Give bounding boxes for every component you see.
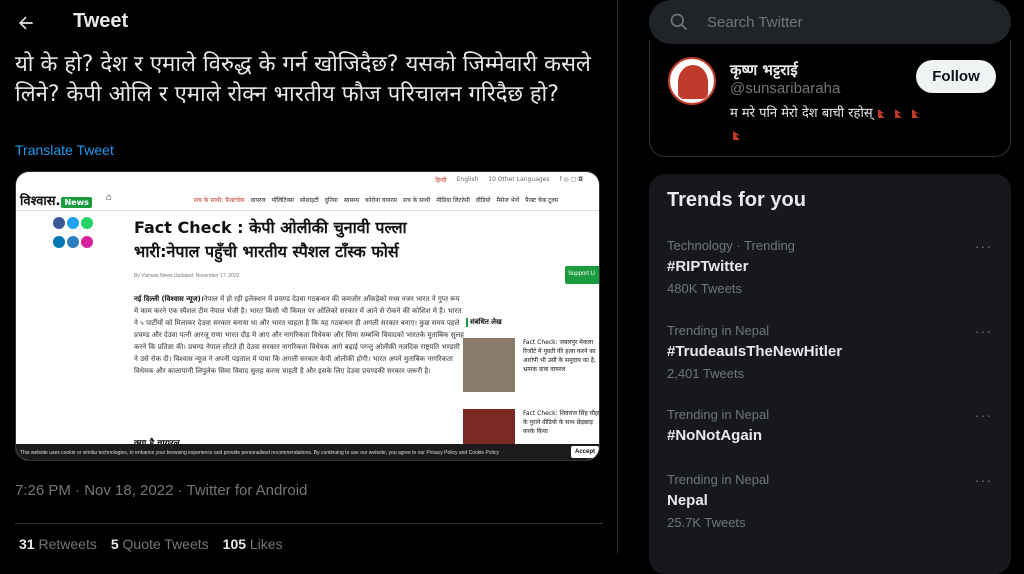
trend-item[interactable]: Trending in Nepal Nepal 25.7K Tweets ··· bbox=[649, 472, 1011, 552]
trend-item[interactable]: Technology · Trending #RIPTwitter 480K T… bbox=[649, 238, 1011, 318]
related-articles-title: संबंधित लेख bbox=[466, 318, 502, 327]
trend-count: 2,401 Tweets bbox=[667, 366, 745, 381]
trend-count: 25.7K Tweets bbox=[667, 515, 746, 530]
whatsapp-icon bbox=[81, 217, 93, 229]
trend-name: Nepal bbox=[667, 492, 708, 509]
share-icons bbox=[52, 216, 96, 254]
article-headline: Fact Check : केपी ओलीकी चुनावी पल्ला भार… bbox=[134, 218, 407, 261]
cookie-text: This website uses cookie or similar tech… bbox=[20, 450, 499, 456]
site-nav-item: वायरल bbox=[250, 197, 266, 204]
cookie-banner: This website uses cookie or similar tech… bbox=[16, 444, 599, 460]
sidebar: कृष्ण भट्टराई @sunsaribaraha म मरे पनि म… bbox=[619, 0, 1024, 574]
tweet-column: Tweet यो के हो? देश र एमाले विरुद्ध के ग… bbox=[0, 0, 618, 553]
related-thumbnail bbox=[463, 409, 515, 444]
more-icon[interactable]: ··· bbox=[975, 472, 992, 488]
social-icons: f ◎ ▢ ◘ bbox=[559, 176, 583, 183]
trend-context: Trending in Nepal bbox=[667, 323, 770, 338]
twitter-icon bbox=[67, 217, 79, 229]
profile-bio: म मरे पनि मेरो देश बाची रहोस् bbox=[730, 103, 1000, 147]
divider bbox=[16, 210, 599, 211]
nepal-flag-icon bbox=[911, 109, 919, 118]
related-card-text: Fact Check: शिवराज सिंह चौहान के पुराने … bbox=[523, 410, 600, 435]
trends-panel: Trends for you Technology · Trending #RI… bbox=[649, 174, 1011, 574]
site-nav-item: पॉलिटिक्स bbox=[271, 197, 294, 204]
likes-link[interactable]: 105 Likes bbox=[223, 536, 283, 552]
nepal-flag-icon bbox=[894, 109, 902, 118]
lang-hindi-link: हिन्दी bbox=[435, 177, 447, 184]
article-body: नई दिल्ली (विश्वास न्यूज)।नेपाल में हो र… bbox=[134, 295, 464, 375]
site-nav-item: स्वास्थ्य bbox=[343, 197, 360, 204]
lang-other-link: 10 Other Languages bbox=[488, 176, 550, 183]
site-top-bar: हिन्दी English 10 Other Languages f ◎ ▢ … bbox=[16, 172, 599, 186]
related-card-text: Fact Check: जबलपुर मेकला रिजॉर्ट में युव… bbox=[523, 339, 596, 373]
search-input[interactable] bbox=[707, 10, 987, 34]
trend-item[interactable]: Trending in Nepal #TrudeauIsTheNewHitler… bbox=[649, 323, 1011, 403]
linkedin-icon bbox=[53, 236, 65, 248]
trend-count: 480K Tweets bbox=[667, 281, 742, 296]
trend-context: Technology · Trending bbox=[667, 238, 795, 253]
support-button: Support U bbox=[565, 266, 599, 284]
accept-button: Accept bbox=[570, 446, 599, 458]
site-nav-item: दुनिया bbox=[324, 197, 338, 204]
divider bbox=[15, 523, 603, 524]
site-nav-item: कोरोना वायरस bbox=[365, 197, 397, 204]
quote-tweets-link[interactable]: 5 Quote Tweets bbox=[111, 536, 209, 552]
site-nav-item: सच के साथी: फैक्टचेक bbox=[194, 197, 245, 204]
related-thumbnail bbox=[463, 338, 515, 392]
profile-handle[interactable]: @sunsaribaraha bbox=[730, 80, 840, 97]
site-nav-item: वीडियो bbox=[475, 197, 491, 204]
who-to-follow-card: कृष्ण भट्टराई @sunsaribaraha म मरे पनि म… bbox=[649, 40, 1011, 157]
site-nav-item: मीडिया लिटरेसी bbox=[436, 197, 470, 204]
avatar[interactable] bbox=[668, 57, 716, 105]
retweets-link[interactable]: 31 Retweets bbox=[19, 536, 97, 552]
back-arrow-icon[interactable] bbox=[14, 11, 38, 35]
page-title: Tweet bbox=[73, 10, 129, 32]
instagram-icon bbox=[81, 236, 93, 248]
more-icon[interactable]: ··· bbox=[975, 323, 992, 339]
site-nav-item: सोशाइटी bbox=[299, 197, 319, 204]
site-nav-item: सच के साथी bbox=[402, 197, 431, 204]
follow-button[interactable]: Follow bbox=[916, 60, 996, 93]
tweet-stats: 31 Retweets 5 Quote Tweets 105 Likes bbox=[19, 536, 283, 552]
trend-name: #RIPTwitter bbox=[667, 258, 749, 275]
search-icon bbox=[669, 12, 689, 32]
tweet-header: Tweet bbox=[0, 0, 617, 45]
trend-context: Trending in Nepal bbox=[667, 472, 770, 487]
lang-english-link: English bbox=[456, 176, 479, 183]
search-box[interactable] bbox=[649, 0, 1011, 44]
trend-name: #NoNotAgain bbox=[667, 427, 762, 444]
related-card: Fact Check: जबलपुर मेकला रिजॉर्ट में युव… bbox=[463, 338, 599, 398]
more-icon[interactable]: ··· bbox=[975, 238, 992, 254]
tweet-image[interactable]: हिन्दी English 10 Other Languages f ◎ ▢ … bbox=[15, 171, 600, 461]
tweet-text: यो के हो? देश र एमाले विरुद्ध के गर्न खो… bbox=[15, 52, 591, 107]
article-byline: By Vishvas News Updated: November 17, 20… bbox=[134, 273, 240, 279]
messenger-icon bbox=[67, 236, 79, 248]
more-icon[interactable]: ··· bbox=[975, 407, 992, 423]
profile-name[interactable]: कृष्ण भट्टराई bbox=[730, 60, 798, 80]
nepal-flag-icon bbox=[877, 109, 885, 118]
site-nav: सच के साथी: फैक्टचेक वायरल पॉलिटिक्स सोश… bbox=[194, 196, 558, 204]
site-nav-item: मैसेज भेजें bbox=[496, 197, 520, 204]
trends-title: Trends for you bbox=[667, 189, 806, 211]
nepal-flag-icon bbox=[733, 131, 740, 140]
home-icon: ⌂ bbox=[106, 192, 113, 203]
trend-name: #TrudeauIsTheNewHitler bbox=[667, 343, 843, 360]
site-logo: विश्वास. News bbox=[20, 191, 92, 209]
trend-context: Trending in Nepal bbox=[667, 407, 770, 422]
translate-tweet-link[interactable]: Translate Tweet bbox=[15, 142, 114, 158]
facebook-icon bbox=[53, 217, 65, 229]
logo-news-badge: News bbox=[61, 197, 92, 208]
tweet-timestamp: 7:26 PM · Nov 18, 2022 · Twitter for And… bbox=[15, 482, 308, 499]
site-nav-item: फैक्ट चेक टूल्स bbox=[525, 197, 559, 204]
